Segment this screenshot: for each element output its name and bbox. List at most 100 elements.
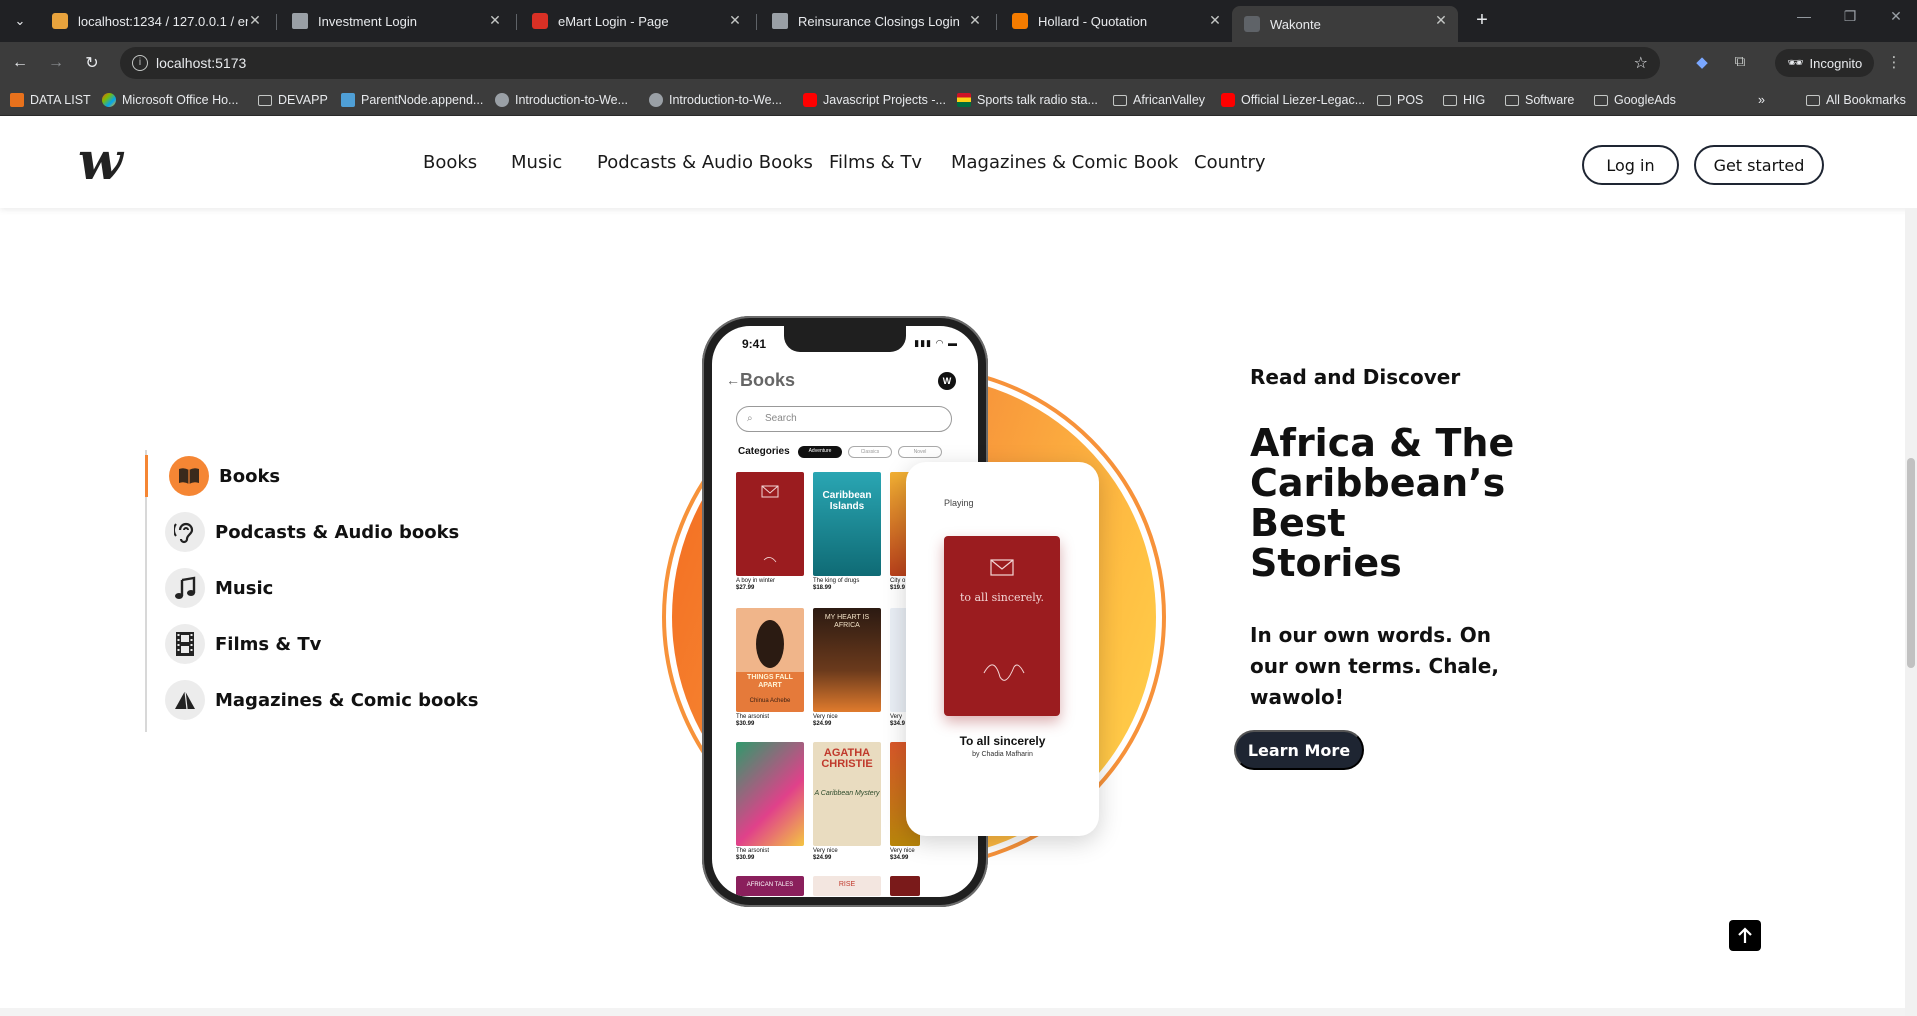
book-cover: THINGS FALL APART Chinua Achebe (736, 608, 804, 712)
phone-status-icons: ▮▮▮ ◠ ▬ (914, 338, 958, 348)
playing-label: Playing (944, 498, 974, 508)
home-favicon-icon (772, 13, 788, 29)
tab-emart-login[interactable]: eMart Login - Page ✕ (520, 6, 752, 36)
hero-eyebrow: Read and Discover (1250, 365, 1461, 389)
player-book-cover: to all sincerely. (944, 536, 1060, 716)
incognito-badge[interactable]: 🕶 Incognito (1775, 49, 1875, 77)
phone-search-field: ⌕ Search (736, 406, 952, 432)
scrollbar-thumb[interactable] (1907, 458, 1915, 668)
back-arrow-icon[interactable]: ← (8, 51, 32, 75)
close-tab-icon[interactable]: ✕ (1432, 12, 1450, 29)
bookmark-folder[interactable]: AfricanValley (1113, 91, 1205, 109)
incognito-icon: 🕶 (1787, 55, 1804, 70)
github-icon (495, 93, 509, 107)
bookmark-item[interactable]: Microsoft Office Ho... (102, 91, 238, 109)
close-tab-icon[interactable]: ✕ (726, 12, 744, 29)
category-films-tv[interactable]: Films & Tv (165, 623, 321, 665)
section-divider (0, 1008, 1905, 1016)
nav-music[interactable]: Music (511, 152, 562, 173)
tab-investment-login[interactable]: Investment Login ✕ (280, 6, 512, 36)
phone-chip-novel: Novel (898, 446, 942, 458)
cover-title: to all sincerely. (959, 591, 1045, 604)
close-tab-icon[interactable]: ✕ (486, 12, 504, 29)
bookmarks-bar: DATA LIST Microsoft Office Ho... DEVAPP … (0, 83, 1917, 116)
phone-back-arrow-icon: ← (726, 372, 740, 388)
tab-hollard-quotation[interactable]: Hollard - Quotation ✕ (1000, 6, 1232, 36)
folder-icon (1505, 94, 1519, 106)
bookmark-item[interactable]: ParentNode.append... (341, 91, 483, 109)
bookmark-folder[interactable]: GoogleAds (1594, 91, 1676, 109)
extension-pen-icon[interactable]: ◆ (1692, 53, 1712, 73)
address-bar[interactable]: i localhost:5173 ☆ (120, 47, 1660, 79)
book-cover: RISE (813, 876, 881, 896)
youtube-icon (803, 93, 817, 107)
reload-icon[interactable]: ↻ (80, 51, 104, 75)
book-cover: AGATHA CHRISTIE A Caribbean Mystery (813, 742, 881, 846)
close-window-icon[interactable]: ✕ (1876, 8, 1916, 25)
phone-notch (784, 326, 906, 352)
browser-tab-bar: ⌄ localhost:1234 / 127.0.0.1 / em ✕ Inve… (0, 0, 1917, 42)
category-books[interactable]: Books (169, 455, 280, 497)
bookmark-folder[interactable]: DEVAPP (258, 91, 328, 109)
learn-more-button[interactable]: Learn More (1234, 730, 1364, 770)
bookmark-item[interactable]: DATA LIST (10, 91, 91, 109)
tab-divider (756, 14, 757, 30)
get-started-button[interactable]: Get started (1694, 145, 1824, 185)
bookmark-item[interactable]: Sports talk radio sta... (957, 91, 1098, 109)
close-tab-icon[interactable]: ✕ (966, 12, 984, 29)
nav-books[interactable]: Books (423, 152, 477, 173)
nav-country[interactable]: Country (1194, 152, 1266, 173)
orange-bookmark-icon (10, 93, 24, 107)
film-strip-icon (165, 624, 205, 664)
player-title: To all sincerely (959, 734, 1046, 748)
bookmarks-overflow-chevron-icon[interactable]: » (1758, 91, 1765, 109)
extensions-puzzle-icon[interactable]: ⧉ (1730, 53, 1750, 73)
site-header: w Books Music Podcasts & Audio Books Fil… (0, 116, 1917, 208)
phone-avatar: W (938, 372, 956, 390)
category-podcasts[interactable]: Podcasts & Audio books (165, 511, 459, 553)
tab-search-icon[interactable]: ⌄ (8, 9, 32, 33)
bookmark-folder[interactable]: HIG (1443, 91, 1485, 109)
close-tab-icon[interactable]: ✕ (246, 12, 264, 29)
address-url[interactable]: localhost:5173 (156, 55, 246, 71)
wakonte-favicon-icon (1244, 16, 1260, 32)
category-magazines[interactable]: Magazines & Comic books (165, 679, 478, 721)
wakonte-logo[interactable]: w (78, 136, 123, 188)
bookmark-item[interactable]: Official Liezer-Legac... (1221, 91, 1365, 109)
bookmark-folder[interactable]: Software (1505, 91, 1574, 109)
mdn-icon (341, 93, 355, 107)
tab-reinsurance-login[interactable]: Reinsurance Closings Login ✕ (760, 6, 992, 36)
bookmark-folder[interactable]: POS (1377, 91, 1423, 109)
minimize-icon[interactable]: — (1784, 8, 1824, 24)
tab-wakonte[interactable]: Wakonte ✕ (1232, 6, 1458, 42)
bookmark-item[interactable]: Introduction-to-We... (495, 91, 628, 109)
close-tab-icon[interactable]: ✕ (1206, 12, 1224, 29)
tab-title: Hollard - Quotation (1038, 13, 1148, 29)
category-music[interactable]: Music (165, 567, 273, 609)
forward-arrow-icon[interactable]: → (44, 51, 68, 75)
site-info-icon[interactable]: i (132, 55, 148, 71)
bookmark-star-icon[interactable]: ☆ (1634, 53, 1648, 73)
bookmark-item[interactable]: Introduction-to-We... (649, 91, 782, 109)
page-scrollbar[interactable] (1905, 208, 1917, 1016)
book-caption: Very $34.9 (890, 714, 906, 727)
new-tab-plus-icon[interactable]: + (1470, 9, 1494, 32)
more-menu-icon[interactable]: ⋮ (1884, 53, 1904, 73)
tab-divider (276, 14, 277, 30)
book-caption: Very nice $24.99 (813, 714, 838, 727)
nav-magazines-comic-book[interactable]: Magazines & Comic Book (951, 152, 1178, 173)
book-cover: AFRICAN TALES (736, 876, 804, 896)
login-button[interactable]: Log in (1582, 145, 1679, 185)
incognito-label: Incognito (1809, 55, 1863, 71)
arrow-up-icon (1738, 926, 1752, 943)
book-cover: Caribbean Islands (813, 472, 881, 576)
nav-podcasts-audio-books[interactable]: Podcasts & Audio Books (597, 152, 813, 173)
bookmark-item[interactable]: Javascript Projects -... (803, 91, 946, 109)
all-bookmarks-folder[interactable]: All Bookmarks (1806, 91, 1906, 109)
home-favicon-icon (292, 13, 308, 29)
folder-icon (1806, 94, 1820, 106)
nav-films-tv[interactable]: Films & Tv (829, 152, 922, 173)
scroll-to-top-button[interactable] (1729, 920, 1761, 951)
tab-phpmyadmin[interactable]: localhost:1234 / 127.0.0.1 / em ✕ (40, 6, 272, 36)
restore-icon[interactable]: ❐ (1830, 8, 1870, 25)
